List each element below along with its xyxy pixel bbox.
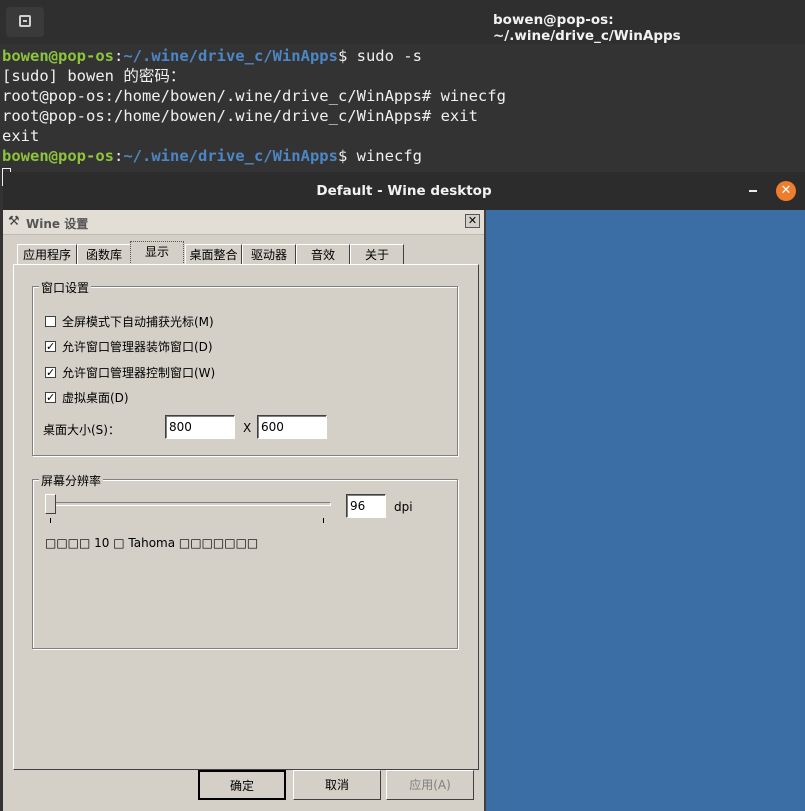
prompt-path: ~/.wine/drive_c/WinApps <box>123 47 338 65</box>
terminal-line: bowen@pop-os:~/.wine/drive_c/WinApps$ wi… <box>2 146 422 166</box>
checkbox-label: 允许窗口管理器装饰窗口(D) <box>62 340 213 354</box>
tab-applications[interactable]: 应用程序 <box>17 244 77 264</box>
dpi-slider-track[interactable] <box>49 502 331 506</box>
tab-graphics[interactable]: 显示 <box>130 241 184 265</box>
prompt-path: ~/.wine/drive_c/WinApps <box>123 147 338 165</box>
checkbox-box[interactable]: ✓ <box>45 367 56 378</box>
dialog-close-icon[interactable]: ✕ <box>465 214 480 228</box>
prompt-user: bowen@pop-os <box>2 47 114 65</box>
prompt-sep: : <box>113 147 124 165</box>
dpi-slider-thumb[interactable] <box>45 494 56 514</box>
prompt-sep: : <box>113 47 124 65</box>
tools-icon: ⚒ <box>8 214 20 229</box>
dialog-title: Wine 设置 <box>26 217 89 231</box>
checkbox-box[interactable] <box>45 316 56 327</box>
tab-about[interactable]: 关于 <box>350 244 404 264</box>
desktop-height-input[interactable]: 600 <box>257 415 327 439</box>
tab-drives[interactable]: 驱动器 <box>242 244 296 264</box>
tab-desktop-integration[interactable]: 桌面整合 <box>185 244 242 264</box>
tab-audio[interactable]: 音效 <box>296 244 350 264</box>
slider-tick <box>50 518 51 523</box>
dpi-unit-label: dpi <box>394 500 413 514</box>
desktop-width-input[interactable]: 800 <box>165 415 235 439</box>
size-separator: X <box>243 421 252 435</box>
wine-settings-dialog: ⚒ Wine 设置 ✕ 应用程序 函数库 显示 桌面整合 驱动器 音效 关于 窗… <box>3 210 486 811</box>
dpi-input[interactable]: 96 <box>346 494 386 518</box>
checkbox-label: 虚拟桌面(D) <box>62 391 129 405</box>
apply-button[interactable]: 应用(A) <box>386 770 474 800</box>
group-label: 窗口设置 <box>39 279 92 296</box>
checkbox-label: 全屏模式下自动捕获光标(M) <box>62 315 214 329</box>
checkbox-label: 允许窗口管理器控制窗口(W) <box>62 366 216 380</box>
prompt-command: $ winecfg <box>337 147 422 165</box>
prompt-command: $ sudo -s <box>337 47 422 65</box>
font-sample-text: □□□□ 10 □ Tahoma □□□□□□□ <box>45 536 259 550</box>
minimize-icon[interactable] <box>749 190 757 192</box>
checkbox-box[interactable]: ✓ <box>45 392 56 403</box>
checkbox-box[interactable]: ✓ <box>45 341 56 352</box>
close-icon[interactable]: ✕ <box>776 181 796 201</box>
cancel-button[interactable]: 取消 <box>293 770 381 800</box>
tab-icon <box>19 15 31 27</box>
wine-desktop-window: Default - Wine desktop ✕ ⚒ Wine 设置 ✕ 应用程… <box>3 172 805 811</box>
desktop-size-label: 桌面大小(S)： <box>43 423 120 437</box>
terminal-line: bowen@pop-os:~/.wine/drive_c/WinApps$ su… <box>2 46 422 66</box>
screen-resolution-group: 屏幕分辨率 96 dpi □□□□ 10 □ Tahoma □□□□□□□ <box>32 472 458 649</box>
new-tab-button[interactable] <box>6 7 44 37</box>
terminal-line: root@pop-os:/home/bowen/.wine/drive_c/Wi… <box>2 87 506 105</box>
slider-tick <box>323 518 324 523</box>
group-label: 屏幕分辨率 <box>39 472 104 489</box>
terminal-line: exit <box>2 127 40 145</box>
wine-window-title: Default - Wine desktop <box>316 183 492 199</box>
terminal-title: bowen@pop-os: ~/.wine/drive_c/WinApps <box>493 12 681 44</box>
ok-button[interactable]: 确定 <box>198 770 286 800</box>
terminal-line: root@pop-os:/home/bowen/.wine/drive_c/Wi… <box>2 107 478 125</box>
prompt-user: bowen@pop-os <box>2 147 114 165</box>
wine-titlebar: Default - Wine desktop ✕ <box>3 172 805 210</box>
terminal-titlebar: bowen@pop-os: ~/.wine/drive_c/WinApps <box>0 0 805 44</box>
dialog-titlebar: ⚒ Wine 设置 ✕ <box>3 210 484 235</box>
window-settings-group: 窗口设置 全屏模式下自动捕获光标(M) ✓ 允许窗口管理器装饰窗口(D) ✓ 允… <box>32 279 458 456</box>
terminal-line: [sudo] bowen 的密码： <box>2 67 186 85</box>
tab-libraries[interactable]: 函数库 <box>77 244 131 264</box>
graphics-tab-panel: 窗口设置 全屏模式下自动捕获光标(M) ✓ 允许窗口管理器装饰窗口(D) ✓ 允… <box>13 264 479 770</box>
